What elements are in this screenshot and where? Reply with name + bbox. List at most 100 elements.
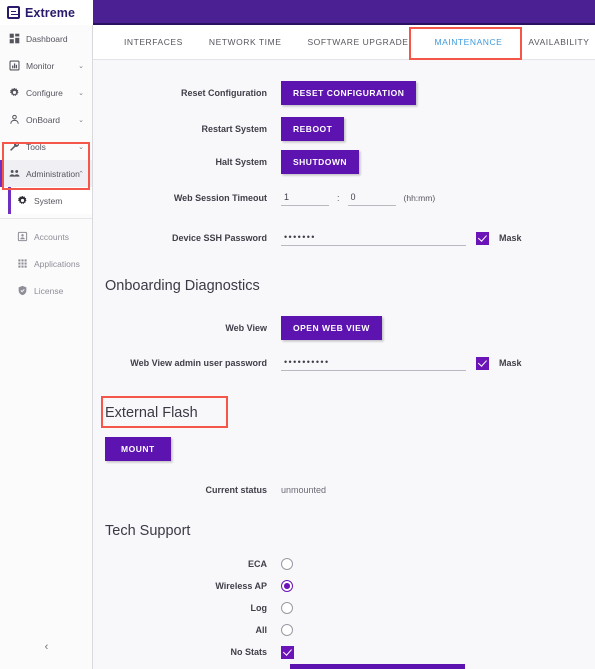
row-tech-support-no-stats: No Stats — [93, 641, 595, 663]
row-tech-support-wireless-ap: Wireless AP — [93, 575, 595, 597]
device-ssh-mask-checkbox[interactable] — [476, 231, 489, 245]
brand-name: Extreme — [25, 5, 76, 20]
reboot-button[interactable]: REBOOT — [281, 116, 345, 141]
timeout-separator: : — [337, 193, 340, 203]
web-view-label: Web View — [225, 322, 267, 333]
all-label: All — [255, 625, 267, 635]
row-restart-system: Restart System REBOOT — [93, 112, 595, 145]
eca-label: ECA — [247, 559, 267, 569]
monitor-icon — [9, 60, 20, 71]
reset-configuration-button[interactable]: RESET CONFIGURATION — [281, 81, 417, 105]
chevron-down-icon[interactable]: ⌄ — [78, 116, 84, 124]
row-tech-support-log: Log — [93, 597, 595, 619]
sidebar-item-label: System — [34, 195, 63, 206]
tab-availability[interactable]: AVAILABILITY — [515, 25, 595, 60]
tab-interfaces[interactable]: INTERFACES — [111, 25, 196, 60]
extreme-logo-icon — [7, 6, 20, 19]
sidebar-item-license[interactable]: License — [0, 277, 92, 304]
chevron-down-icon[interactable]: ⌄ — [78, 143, 84, 151]
mount-button[interactable]: MOUNT — [105, 437, 171, 461]
tech-support-generate-button-partial[interactable] — [290, 664, 465, 669]
row-device-ssh-password: Device SSH Password Mask — [93, 218, 595, 258]
row-web-view: Web View OPEN WEB VIEW — [93, 310, 595, 345]
sidebar-item-label: Monitor — [26, 60, 55, 71]
id-card-icon — [17, 231, 28, 242]
row-web-view-admin-password: Web View admin user password Mask — [93, 345, 595, 381]
sidebar-item-label: Administration — [26, 168, 80, 179]
maintenance-panel: Reset Configuration RESET CONFIGURATION … — [93, 60, 595, 669]
eca-radio[interactable] — [281, 558, 293, 570]
sidebar-divider — [0, 218, 92, 219]
sidebar-item-accounts[interactable]: Accounts — [0, 223, 92, 250]
row-current-status: Current status unmounted — [93, 479, 595, 501]
timeout-minutes-input[interactable] — [347, 190, 396, 206]
web-session-timeout-label: Web Session Timeout — [173, 193, 267, 203]
chevron-down-icon[interactable]: ⌄ — [78, 62, 84, 70]
wireless-ap-radio[interactable] — [281, 580, 293, 592]
current-status-label: Current status — [205, 485, 267, 495]
sidebar-item-onboard[interactable]: OnBoard ⌄ — [0, 106, 92, 133]
person-icon — [10, 114, 19, 124]
main-content: INTERFACES NETWORK TIME SOFTWARE UPGRADE… — [93, 25, 595, 669]
no-stats-checkbox[interactable] — [281, 645, 294, 659]
row-mount: MOUNT — [93, 437, 595, 461]
halt-system-label: Halt System — [215, 156, 267, 167]
application-window: Extreme Dashboard Monitor ⌄ Configure ⌄ … — [0, 0, 595, 669]
web-view-mask-label: Mask — [499, 358, 522, 368]
sidebar-item-applications[interactable]: Applications — [0, 250, 92, 277]
web-view-admin-password-label: Web View admin user password — [130, 358, 267, 368]
chevron-up-icon[interactable]: ⌃ — [78, 170, 84, 178]
gear-icon — [17, 195, 27, 204]
sidebar-item-label: OnBoard — [26, 114, 61, 125]
dashboard-icon — [9, 33, 20, 44]
chevron-down-icon[interactable]: ⌄ — [78, 89, 84, 97]
device-ssh-password-input[interactable] — [281, 230, 466, 246]
timeout-format-hint: (hh:mm) — [403, 193, 436, 203]
wrench-icon — [10, 141, 20, 151]
row-tech-support-all: All — [93, 619, 595, 641]
timeout-hours-input[interactable] — [281, 190, 329, 206]
web-view-mask-checkbox[interactable] — [476, 356, 489, 370]
device-ssh-password-label: Device SSH Password — [171, 233, 267, 243]
tab-bar: INTERFACES NETWORK TIME SOFTWARE UPGRADE… — [93, 25, 595, 60]
current-status-value: unmounted — [281, 485, 327, 495]
sidebar-item-label: Applications — [34, 258, 80, 269]
sidebar-item-monitor[interactable]: Monitor ⌄ — [0, 52, 92, 79]
open-web-view-button[interactable]: OPEN WEB VIEW — [281, 315, 382, 340]
no-stats-label: No Stats — [230, 647, 267, 657]
sidebar-navigation: Dashboard Monitor ⌄ Configure ⌄ OnBoard … — [0, 25, 93, 669]
external-flash-heading: External Flash — [105, 405, 198, 421]
row-halt-system: Halt System SHUTDOWN — [93, 145, 595, 178]
log-radio[interactable] — [281, 602, 293, 614]
tab-network-time[interactable]: NETWORK TIME — [196, 25, 295, 60]
sidebar-item-label: Tools — [26, 141, 46, 152]
onboarding-diagnostics-heading: Onboarding Diagnostics — [105, 278, 260, 294]
sidebar-item-tools[interactable]: Tools ⌄ — [0, 133, 92, 160]
sidebar-item-administration[interactable]: Administration ⌃ — [0, 160, 92, 187]
brand-logo[interactable]: Extreme — [0, 0, 93, 25]
sidebar-item-label: Configure — [26, 87, 63, 98]
row-web-session-timeout: Web Session Timeout : (hh:mm) — [93, 178, 595, 218]
sidebar-item-configure[interactable]: Configure ⌄ — [0, 79, 92, 106]
all-radio[interactable] — [281, 624, 293, 636]
sidebar-item-label: Dashboard — [26, 33, 68, 44]
gear-icon — [9, 87, 19, 96]
sidebar-item-dashboard[interactable]: Dashboard — [0, 25, 92, 52]
sidebar-item-system[interactable]: System — [0, 187, 92, 214]
log-label: Log — [250, 603, 268, 613]
restart-system-label: Restart System — [201, 123, 267, 134]
people-icon — [9, 169, 20, 177]
web-view-admin-password-input[interactable] — [281, 355, 466, 371]
sidebar-item-label: Accounts — [34, 231, 69, 242]
reset-configuration-label: Reset Configuration — [180, 88, 267, 98]
sidebar-collapse-button[interactable]: ‹ — [0, 641, 93, 653]
tab-software-upgrade[interactable]: SOFTWARE UPGRADE — [294, 25, 421, 60]
device-ssh-mask-label: Mask — [499, 233, 522, 243]
row-reset-configuration: Reset Configuration RESET CONFIGURATION — [93, 74, 595, 112]
sidebar-item-label: License — [34, 285, 64, 296]
tab-maintenance[interactable]: MAINTENANCE — [421, 25, 515, 60]
shutdown-button[interactable]: SHUTDOWN — [281, 149, 360, 174]
shield-icon — [18, 285, 27, 296]
row-tech-support-eca: ECA — [93, 553, 595, 575]
grid-icon — [18, 259, 27, 268]
